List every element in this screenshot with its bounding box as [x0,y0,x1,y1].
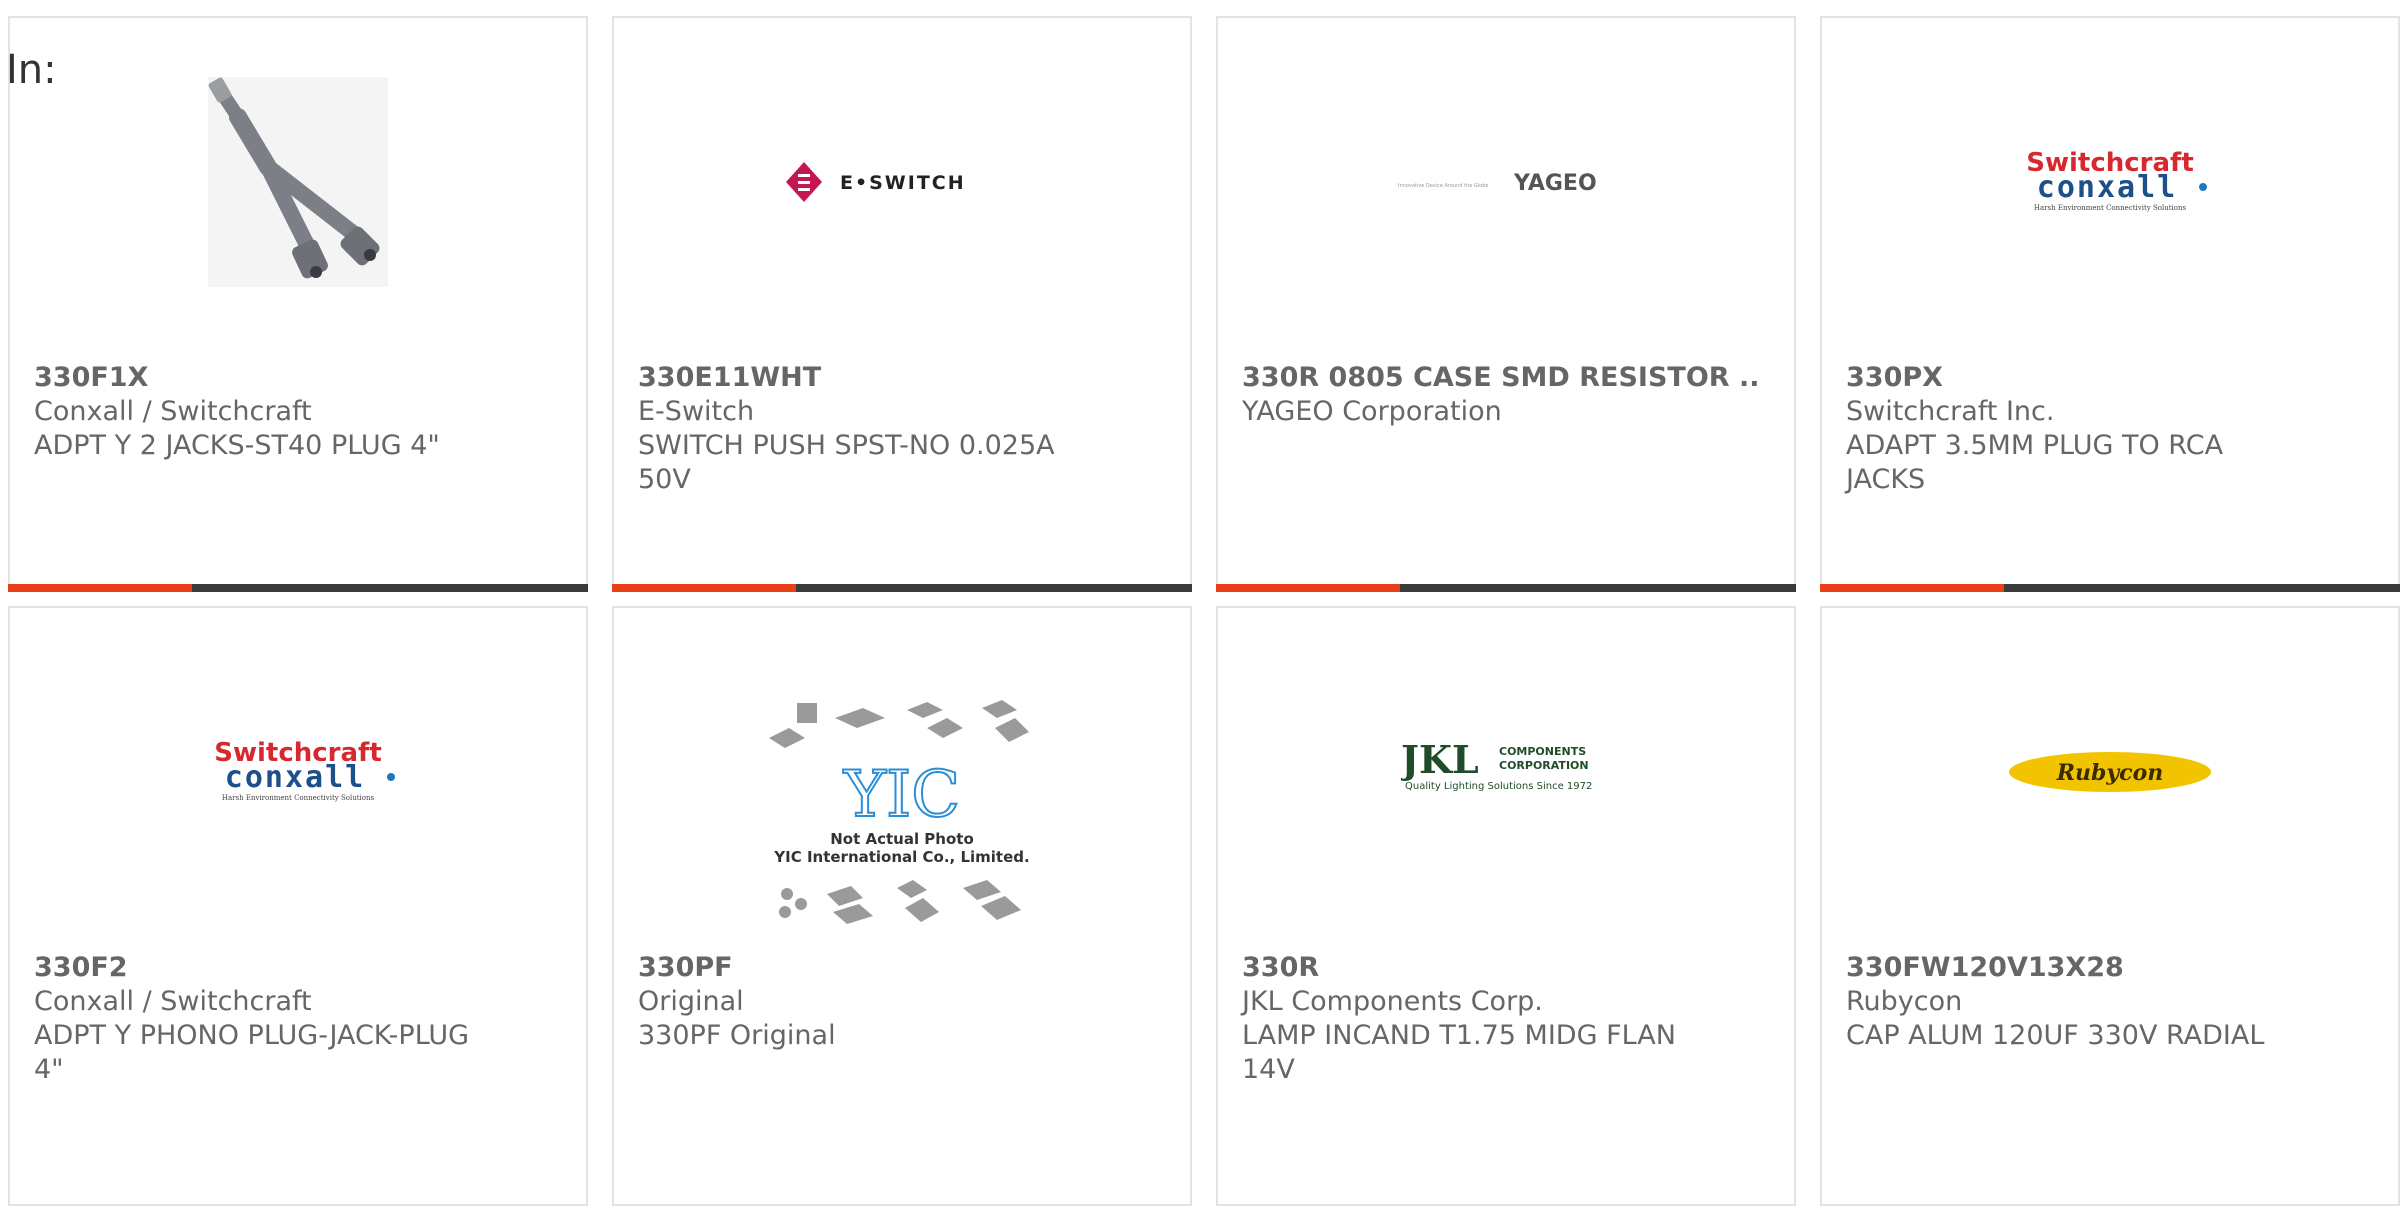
part-number[interactable]: 330F1X [34,361,562,395]
eswitch-logo-icon: E•SWITCH [786,162,966,202]
conxall-logo-text: conxall [2037,170,2177,205]
part-number[interactable]: 330E11WHT [638,361,1166,395]
product-card[interactable]: Switchcraft conxall Harsh Environment Co… [1820,16,2400,592]
product-image[interactable]: Switchcraft conxall Harsh Environment Co… [1822,62,2398,302]
manufacturer: Original [638,986,744,1017]
product-card[interactable]: Innovative Device Around the Globe YAGEO… [1216,16,1796,592]
y-cable-adapter-icon [208,77,388,287]
description: 330PF Original [638,1020,836,1051]
yic-line1: Not Actual Photo [830,830,974,848]
description: ADPT Y PHONO PLUG-JACK-PLUG 4" [34,1020,470,1085]
part-number[interactable]: 330PF [638,951,1166,985]
yic-line2: YIC International Co., Limited. [773,848,1029,866]
product-image[interactable]: YIC Not Actual Photo YIC International C… [614,698,1190,938]
product-card[interactable]: Switchcraft conxall Harsh Environment Co… [8,606,588,1206]
rubycon-logo-icon: Rubycon [2009,752,2211,792]
conxall-logo-text: conxall [225,760,365,795]
product-image[interactable]: Innovative Device Around the Globe YAGEO [1218,62,1794,302]
rubycon-logo-text: Rubycon [2056,760,2164,786]
part-number[interactable]: 330R 0805 CASE SMD RESISTOR .. [1242,361,1770,395]
description: ADAPT 3.5MM PLUG TO RCA JACKS [1846,430,2224,495]
part-number[interactable]: 330PX [1846,361,2374,395]
yageo-logo-text: YAGEO [1513,171,1597,196]
yic-placeholder-icon: YIC Not Actual Photo YIC International C… [769,700,1030,924]
conxall-logo-tagline: Harsh Environment Connectivity Solutions [2034,204,2187,212]
product-image[interactable]: E•SWITCH [614,62,1190,302]
description: ADPT Y 2 JACKS-ST40 PLUG 4" [34,430,440,461]
jkl-logo-side2: CORPORATION [1499,759,1589,772]
switchcraft-conxall-logo-icon: Switchcraft conxall Harsh Environment Co… [2026,148,2207,212]
manufacturer: Conxall / Switchcraft [34,986,312,1017]
in-label: In: [6,47,57,93]
description: CAP ALUM 120UF 330V RADIAL [1846,1020,2265,1051]
manufacturer: JKL Components Corp. [1242,986,1543,1017]
switchcraft-conxall-logo-icon: Switchcraft conxall Harsh Environment Co… [214,738,395,802]
card-bottom-bar [8,584,588,592]
description: LAMP INCAND T1.75 MIDG FLAN 14V [1242,1020,1676,1085]
jkl-logo-icon: JKL COMPONENTS CORPORATION Quality Light… [1401,737,1592,792]
card-bottom-bar [612,584,1192,592]
part-number[interactable]: 330F2 [34,951,562,985]
product-card[interactable]: Rubycon 330FW120V13X28 Rubycon CAP ALUM … [1820,606,2400,1206]
manufacturer: Rubycon [1846,986,1963,1017]
product-card[interactable]: 330F1X Conxall / Switchcraft ADPT Y 2 JA… [8,16,588,592]
description: SWITCH PUSH SPST-NO 0.025A 50V [638,430,1055,495]
yageo-logo-icon: Innovative Device Around the Globe YAGEO [1398,171,1597,196]
jkl-logo-side1: COMPONENTS [1499,745,1586,758]
card-bottom-bar [1820,584,2400,592]
manufacturer: Conxall / Switchcraft [34,396,312,427]
manufacturer: Switchcraft Inc. [1846,396,2055,427]
yic-logo-text: YIC [843,758,961,832]
product-card[interactable]: YIC Not Actual Photo YIC International C… [612,606,1192,1206]
jkl-logo-text: JKL [1401,737,1479,782]
product-card[interactable]: JKL COMPONENTS CORPORATION Quality Light… [1216,606,1796,1206]
part-number[interactable]: 330FW120V13X28 [1846,951,2374,985]
manufacturer: YAGEO Corporation [1242,396,1502,427]
eswitch-logo-text: E•SWITCH [840,172,966,194]
product-image[interactable]: Rubycon [1822,652,2398,892]
conxall-logo-tagline: Harsh Environment Connectivity Solutions [222,794,375,802]
product-image[interactable]: Switchcraft conxall Harsh Environment Co… [10,652,586,892]
part-number[interactable]: 330R [1242,951,1770,985]
manufacturer: E-Switch [638,396,755,427]
yageo-logo-tagline: Innovative Device Around the Globe [1398,183,1488,189]
jkl-logo-tagline: Quality Lighting Solutions Since 1972 [1405,781,1592,792]
card-bottom-bar [1216,584,1796,592]
product-image[interactable]: JKL COMPONENTS CORPORATION Quality Light… [1218,652,1794,892]
product-card[interactable]: E•SWITCH 330E11WHT E-Switch SWITCH PUSH … [612,16,1192,592]
product-image[interactable] [10,62,586,302]
